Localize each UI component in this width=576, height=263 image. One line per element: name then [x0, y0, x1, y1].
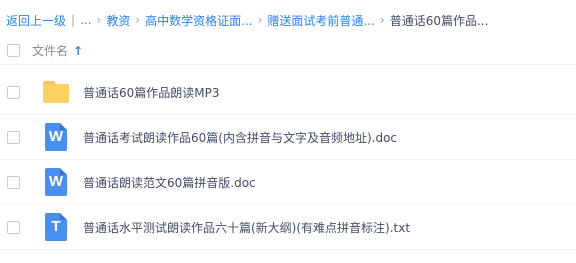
- chevron-right-icon: ›: [379, 13, 385, 27]
- file-type-letter: W: [48, 128, 64, 145]
- text-file-icon: T: [41, 212, 71, 242]
- word-doc-icon: W: [41, 167, 71, 197]
- chevron-right-icon: ›: [257, 13, 263, 27]
- chevron-right-icon: ›: [135, 13, 141, 27]
- back-link[interactable]: 返回上一级: [6, 12, 66, 29]
- file-type-letter: T: [51, 218, 61, 235]
- file-row[interactable]: T 普通话水平测试朗读作品六十篇(新大纲)(有难点拼音标注).txt: [0, 205, 576, 250]
- breadcrumb-item[interactable]: 赠送面试考前普通...: [267, 12, 374, 29]
- breadcrumb-separator: |: [71, 13, 76, 27]
- file-list-header: 文件名 ↑: [0, 37, 576, 65]
- row-checkbox[interactable]: [7, 220, 20, 234]
- file-type-letter: W: [48, 173, 64, 190]
- file-name[interactable]: 普通话考试朗读作品60篇(内含拼音与文字及音频地址).doc: [83, 129, 397, 146]
- breadcrumb-item[interactable]: 教资: [106, 12, 130, 29]
- file-name[interactable]: 普通话朗读范文60篇拼音版.doc: [83, 174, 256, 191]
- breadcrumb-item[interactable]: 高中数学资格证面...: [145, 12, 252, 29]
- file-name[interactable]: 普通话水平测试朗读作品六十篇(新大纲)(有难点拼音标注).txt: [83, 219, 410, 236]
- breadcrumb: 返回上一级 | ... › 教资 › 高中数学资格证面... › 赠送面试考前普…: [6, 10, 488, 30]
- chevron-right-icon: ›: [96, 13, 102, 27]
- word-doc-icon: W: [41, 122, 71, 152]
- file-row[interactable]: W 普通话考试朗读作品60篇(内含拼音与文字及音频地址).doc: [0, 115, 576, 160]
- file-row[interactable]: W 普通话朗读范文60篇拼音版.doc: [0, 160, 576, 205]
- column-header-filename[interactable]: 文件名: [32, 42, 68, 59]
- file-name[interactable]: 普通话60篇作品朗读MP3: [83, 84, 220, 101]
- sort-ascending-icon[interactable]: ↑: [73, 44, 83, 58]
- file-row[interactable]: 普通话60篇作品朗读MP3: [0, 70, 576, 115]
- row-checkbox[interactable]: [7, 85, 20, 99]
- folder-icon: [41, 77, 71, 107]
- breadcrumb-ellipsis[interactable]: ...: [80, 13, 91, 27]
- row-checkbox[interactable]: [7, 175, 20, 189]
- breadcrumb-current: 普通话60篇作品...: [389, 13, 489, 28]
- select-all-checkbox[interactable]: [7, 44, 20, 57]
- row-checkbox[interactable]: [7, 130, 20, 144]
